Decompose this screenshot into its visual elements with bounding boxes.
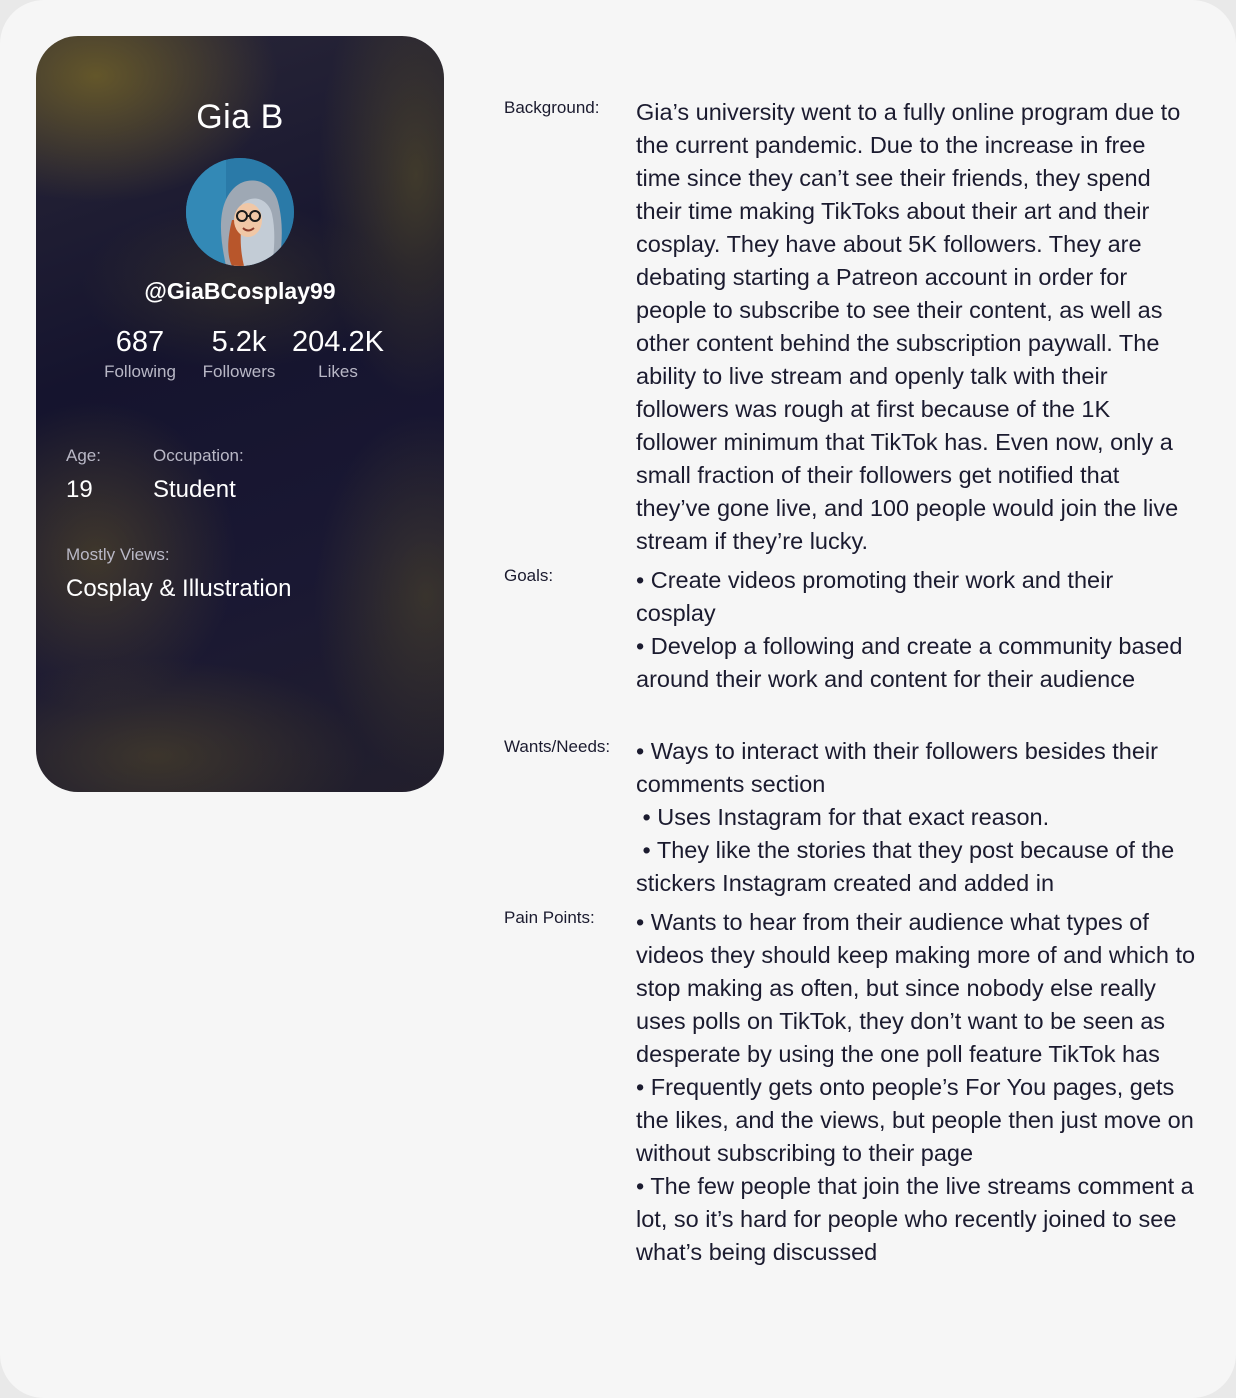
wants-label: Wants/Needs: [504,737,611,756]
background-text: Gia’s university went to a fully online … [636,96,1196,558]
pain-point-item: • Wants to hear from their audience what… [636,909,1196,1067]
stat-label: Followers [202,362,276,381]
views-label: Mostly Views: [66,545,170,564]
profile-handle: @GiaBCosplay99 [144,278,336,304]
age-value: 19 [66,476,93,503]
profile-avatar [186,158,294,266]
goal-item: • Develop a following and create a commu… [636,633,1183,692]
stat-followers: 5.2k Followers [184,324,294,382]
stat-likes: 204.2K Likes [283,324,393,382]
goal-item: • Create videos promoting their work and… [636,567,1114,626]
persona-page: Gia B @GiaBCosplay99 687 Following 5.2k … [0,0,1236,1398]
profile-name: Gia B [196,98,284,136]
want-item: • Uses Instagram for that exact reason. [636,804,1050,830]
occupation-label: Occupation: [153,446,244,465]
stat-value: 5.2k [211,326,267,358]
background-label: Background: [504,98,600,117]
stat-value: 687 [115,326,165,358]
want-item: • Ways to interact with their followers … [636,738,1158,797]
stat-following: 687 Following [85,324,195,382]
stat-label: Likes [318,362,358,381]
age-label: Age: [66,446,101,465]
pain-points-label: Pain Points: [504,908,595,927]
goals-label: Goals: [504,566,554,585]
stat-label: Following [104,362,176,381]
wants-list: • Ways to interact with their followers … [636,735,1196,900]
pain-points-list: • Wants to hear from their audience what… [636,906,1196,1269]
want-item: • They like the stories that they post b… [636,837,1181,896]
occupation-value: Student [153,476,236,503]
pain-point-item: • Frequently gets onto people’s For You … [636,1074,1194,1166]
background-paragraph: Gia’s university went to a fully online … [636,99,1181,554]
profile-card: Gia B @GiaBCosplay99 687 Following 5.2k … [36,36,444,792]
goals-list: • Create videos promoting their work and… [636,564,1196,696]
stat-value: 204.2K [292,326,384,358]
views-value: Cosplay & Illustration [66,575,292,602]
avatar-image [186,158,294,266]
pain-point-item: • The few people that join the live stre… [636,1173,1194,1265]
